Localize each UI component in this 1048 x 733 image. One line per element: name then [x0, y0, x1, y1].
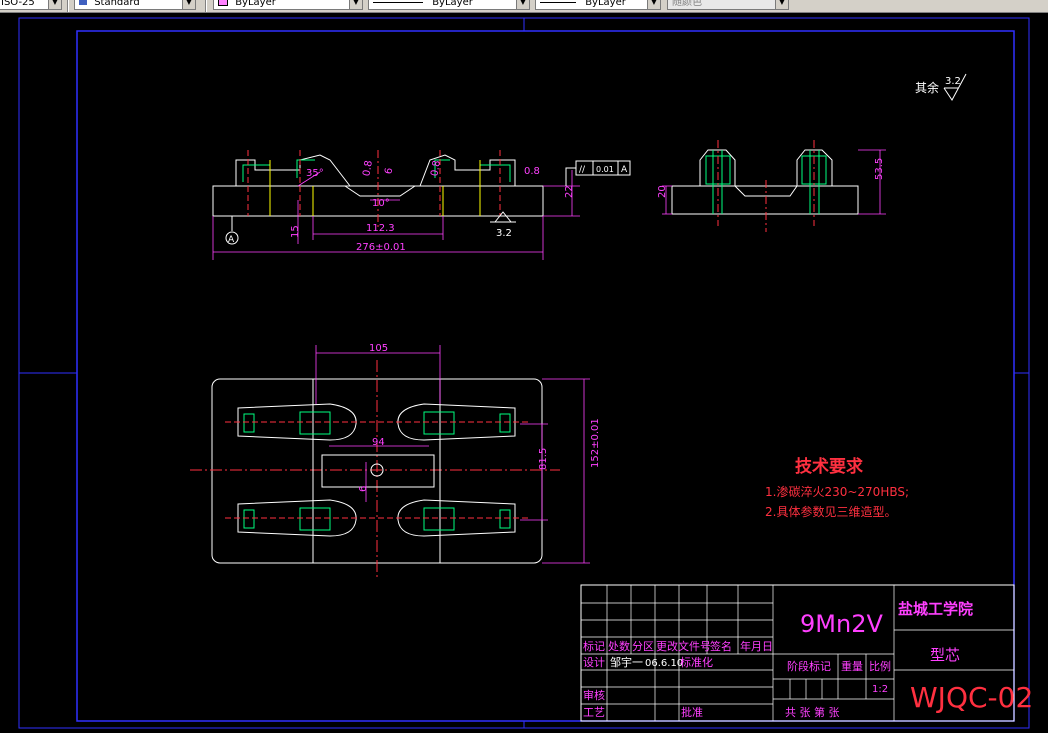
chevron-down-icon[interactable]: ▼ [516, 0, 529, 9]
tech-req-line-1: 1.渗碳淬火230~270HBS; [765, 484, 909, 499]
header-design: 设计 [583, 656, 605, 669]
dim-22: 22 [564, 185, 575, 198]
dim-112-3: 112.3 [366, 223, 395, 234]
front-view: 35° 0.8 6 0.8 0.8 10° 22 15 112.3 276±0.… [212, 150, 631, 260]
color-combo[interactable]: ByLayer ▼ [213, 0, 363, 10]
header-mark: 标记 [583, 639, 605, 653]
lineweight-value: ByLayer [585, 0, 626, 8]
plot-style-combo[interactable]: 随颜色 ▼ [667, 0, 789, 10]
dim-276: 276±0.01 [356, 242, 406, 253]
toolbar-separator [205, 0, 207, 12]
angle-35-dim: 35° [306, 168, 324, 179]
parallelism-symbol: // [579, 165, 586, 175]
color-swatch-icon [218, 0, 228, 6]
dim-105: 105 [369, 343, 388, 354]
title-block: 9Mn2V 盐城工学院 型芯 WJQC-02 1:2 标记 处数 分区 更改文件… [580, 584, 1033, 722]
header-count: 处数 [608, 640, 630, 653]
header-review: 审核 [583, 688, 605, 702]
side-view: 53.5 20 [657, 140, 886, 232]
header-weight: 重量 [841, 659, 863, 673]
dim-94: 94 [372, 437, 385, 448]
header-standardization: 标准化 [680, 655, 713, 669]
linetype-combo[interactable]: ByLayer ▼ [368, 0, 530, 10]
header-process: 工艺 [583, 706, 605, 719]
header-sheets: 共 张 第 张 [785, 705, 840, 719]
header-scale: 比例 [869, 659, 891, 673]
angle-10-dim: 10° [372, 198, 390, 209]
drawing-number: WJQC-02 [910, 681, 1033, 714]
chevron-down-icon[interactable]: ▼ [647, 0, 660, 9]
dim-style-value: ISO-25 [1, 0, 35, 8]
plot-style-value: 随颜色 [672, 0, 702, 8]
dim-81-5: 81.5 [538, 448, 549, 470]
top-view: 105 94 6 81.5 152±0.01 [190, 343, 601, 580]
dim-15: 15 [290, 225, 301, 238]
text-style-combo[interactable]: Standard ▼ [74, 0, 196, 10]
scale-value: 1:2 [872, 684, 888, 695]
text-style-value: Standard [94, 0, 140, 8]
roughness-0-8-a: 0.8 [361, 160, 375, 178]
chevron-down-icon[interactable]: ▼ [775, 0, 788, 9]
toolbar-separator [67, 0, 69, 12]
roughness-rest-value: 3.2 [945, 76, 961, 87]
header-stage-mark: 阶段标记 [787, 659, 831, 673]
header-sign: 签名 [710, 639, 732, 653]
tolerance-value: 0.01 [596, 165, 614, 174]
header-approve: 批准 [681, 705, 703, 719]
lineweight-swatch-icon [540, 1, 576, 3]
school-name: 盐城工学院 [898, 600, 973, 618]
dim-6: 6 [358, 486, 369, 492]
dim-53-5: 53.5 [874, 158, 885, 180]
linetype-value: ByLayer [432, 0, 473, 8]
lineweight-combo[interactable]: ByLayer ▼ [535, 0, 661, 10]
tech-req-line-2: 2.具体参数见三维造型。 [765, 504, 896, 519]
dim-152: 152±0.01 [590, 418, 601, 468]
datum-a-label: A [228, 235, 235, 245]
tech-req-title: 技术要求 [795, 456, 863, 477]
dim-20: 20 [657, 185, 668, 198]
tolerance-frame: // 0.01 A [565, 160, 631, 186]
technical-requirements: 技术要求 1.渗碳淬火230~270HBS; 2.具体参数见三维造型。 [765, 456, 909, 519]
roughness-3-2-bottom: 3.2 [496, 228, 512, 239]
material-label: 9Mn2V [800, 610, 883, 638]
roughness-6: 6 [383, 167, 395, 175]
part-name: 型芯 [930, 646, 960, 664]
linetype-swatch-icon [373, 1, 423, 3]
header-doc-no: 更改文件号 [656, 639, 711, 653]
roughness-0-8-d: 0.8 [524, 166, 540, 177]
chevron-down-icon[interactable]: ▼ [182, 0, 195, 9]
drawing-canvas[interactable]: 其余 3.2 35° 0.8 6 0.8 0.8 10° 22 15 112.3… [0, 13, 1048, 733]
header-zone: 分区 [632, 640, 654, 653]
roughness-rest-label: 其余 [915, 80, 939, 95]
properties-toolbar: ISO-25 ▼ Standard ▼ ByLayer ▼ ByLayer ▼ … [0, 0, 1048, 13]
chevron-down-icon[interactable]: ▼ [349, 0, 362, 9]
text-style-icon [79, 0, 87, 5]
roughness-0-8-c: 0.8 [429, 160, 443, 178]
datum-a-symbol: A [225, 215, 239, 245]
tolerance-datum: A [621, 165, 628, 175]
dim-style-combo[interactable]: ISO-25 ▼ [0, 0, 62, 10]
designer-name: 邹宇一 [610, 656, 643, 669]
header-date: 年月日 [740, 639, 773, 653]
color-value: ByLayer [235, 0, 276, 8]
design-date: 06.6.10 [645, 658, 683, 669]
roughness-rest-note: 其余 3.2 [915, 73, 967, 101]
chevron-down-icon[interactable]: ▼ [48, 0, 61, 9]
